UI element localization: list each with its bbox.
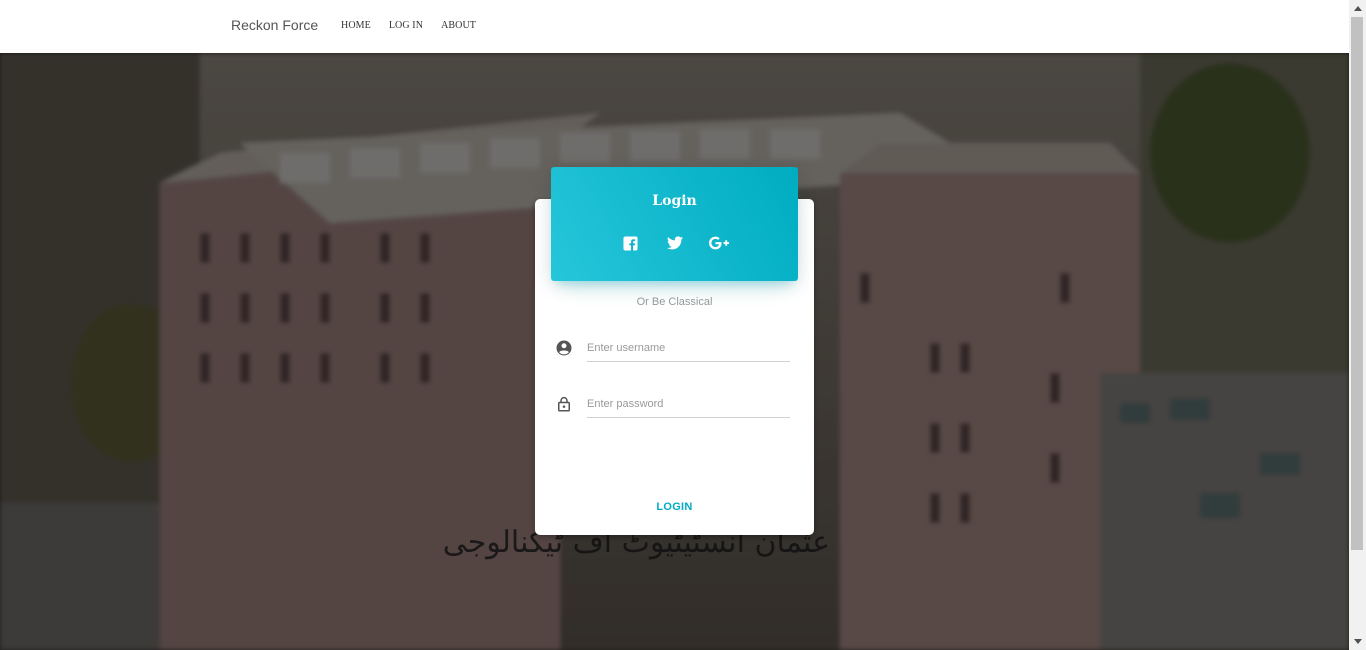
nav-link-about[interactable]: ABOUT	[441, 20, 476, 31]
brand-logo[interactable]: Reckon Force	[231, 17, 318, 33]
scrollbar-thumb[interactable]	[1351, 17, 1363, 550]
password-input[interactable]	[587, 391, 790, 418]
password-field-group	[555, 389, 790, 419]
nav-links: HOME LOG IN ABOUT	[341, 20, 476, 31]
lock-icon	[555, 395, 573, 413]
scroll-up-arrow-icon[interactable]	[1349, 0, 1366, 17]
scroll-down-arrow-icon[interactable]	[1349, 633, 1366, 650]
page-scrollbar[interactable]	[1349, 0, 1366, 650]
account-circle-icon	[555, 339, 573, 357]
username-input[interactable]	[587, 335, 790, 362]
social-login-buttons	[551, 233, 798, 253]
login-submit-button[interactable]: LOGIN	[535, 501, 814, 513]
google-plus-icon[interactable]	[708, 233, 729, 253]
login-card-header: Login	[551, 167, 798, 281]
twitter-icon[interactable]	[665, 233, 685, 253]
login-title: Login	[652, 193, 697, 209]
facebook-icon[interactable]	[621, 233, 641, 253]
top-navbar: Reckon Force HOME LOG IN ABOUT	[0, 0, 1349, 53]
nav-link-login[interactable]: LOG IN	[389, 20, 423, 31]
username-field-group	[555, 333, 790, 363]
page: Reckon Force HOME LOG IN ABOUT عثمان انس…	[0, 0, 1349, 650]
divider-text: Or Be Classical	[636, 296, 713, 308]
nav-link-home[interactable]: HOME	[341, 20, 371, 31]
